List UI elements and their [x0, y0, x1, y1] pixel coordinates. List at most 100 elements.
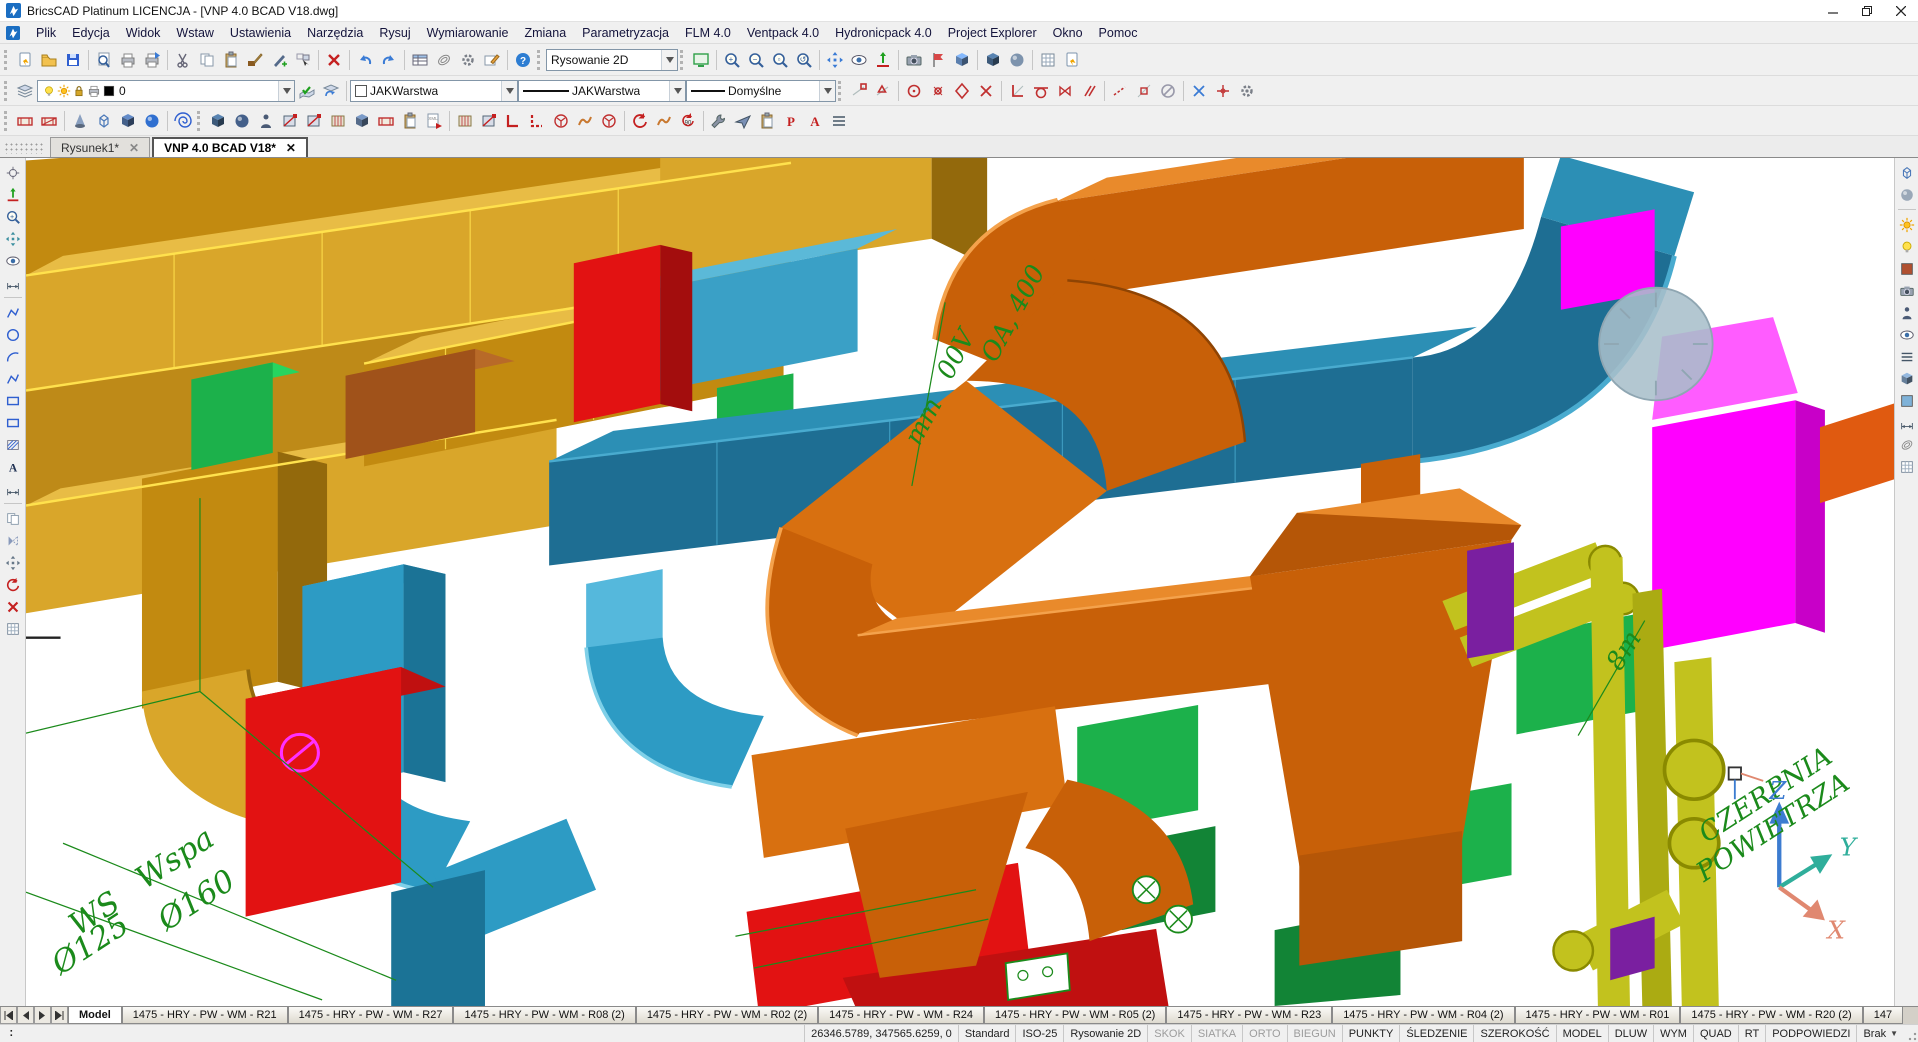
status-szerokość[interactable]: SZEROKOŚĆ	[1473, 1025, 1555, 1042]
camera-button[interactable]	[902, 48, 926, 72]
ucs-icon-button[interactable]	[2, 184, 23, 205]
toolbar-grip[interactable]	[197, 111, 202, 131]
vp-wizard-button[interactable]	[398, 109, 422, 133]
vp-rotate-90-button[interactable]: 90	[676, 109, 700, 133]
layout-tab[interactable]: 1475 - HRY - PW - WM - R02 (2)	[636, 1007, 818, 1024]
status-model[interactable]: MODEL	[1556, 1025, 1608, 1042]
layer-previous-button[interactable]	[319, 79, 343, 103]
layout-tab[interactable]: 1475 - HRY - PW - WM - R23	[1166, 1007, 1332, 1024]
vp-plane-button[interactable]	[731, 109, 755, 133]
maximize-button[interactable]	[1850, 0, 1884, 21]
duct-fitting-button[interactable]	[37, 109, 61, 133]
erase-button[interactable]	[322, 48, 346, 72]
modify-explode-button[interactable]	[2, 618, 23, 639]
menu-wymiarowanie[interactable]: Wymiarowanie	[419, 24, 517, 42]
background-button[interactable]	[1896, 390, 1917, 411]
close-tab-icon[interactable]: ✕	[129, 141, 139, 155]
pointer-button[interactable]	[2, 162, 23, 183]
snap-intersection-button[interactable]	[974, 79, 998, 103]
layout-tab[interactable]: 1475 - HRY - PW - WM - R05 (2)	[984, 1007, 1166, 1024]
status-podpowiedzi[interactable]: PODPOWIEDZI	[1765, 1025, 1856, 1042]
tab-last-button[interactable]	[51, 1007, 68, 1024]
modify-copy-button[interactable]	[2, 508, 23, 529]
toolbar-grip[interactable]	[680, 50, 685, 70]
new-sheet-button[interactable]	[1060, 48, 1084, 72]
layers-manager-button[interactable]	[13, 79, 37, 103]
tab-first-button[interactable]	[0, 1007, 17, 1024]
menu-parametryzacja[interactable]: Parametryzacja	[574, 24, 677, 42]
close-tab-icon[interactable]: ✕	[286, 141, 296, 155]
layer-plot-icon[interactable]	[87, 84, 101, 98]
menu-project-explorer[interactable]: Project Explorer	[940, 24, 1045, 42]
layer-color-swatch[interactable]	[102, 84, 116, 98]
vp-grille-button[interactable]	[326, 109, 350, 133]
distance-button[interactable]	[2, 272, 23, 293]
chevron-down-icon[interactable]	[501, 81, 517, 101]
match-properties-button[interactable]	[243, 48, 267, 72]
doc-tab[interactable]: Rysunek1*✕	[50, 137, 150, 157]
close-button[interactable]	[1884, 0, 1918, 21]
zoom-extents-button[interactable]: ▫	[768, 48, 792, 72]
edit-drawing-button[interactable]	[480, 48, 504, 72]
menu-ustawienia[interactable]: Ustawienia	[222, 24, 299, 42]
snap-tracking-button[interactable]	[1211, 79, 1235, 103]
doc-tab[interactable]: VNP 4.0 BCAD V18*✕	[152, 137, 308, 157]
duct-straight-button[interactable]	[13, 109, 37, 133]
pan-button[interactable]	[823, 48, 847, 72]
materials-button[interactable]	[1896, 258, 1917, 279]
toolbar-grip[interactable]	[4, 50, 9, 70]
view-3d-button[interactable]	[950, 48, 974, 72]
layout-tab[interactable]: 1475 - HRY - PW - WM - R24	[818, 1007, 984, 1024]
status-siatka[interactable]: SIATKA	[1191, 1025, 1242, 1042]
snap-nearest-button[interactable]	[1053, 79, 1077, 103]
print-button[interactable]	[116, 48, 140, 72]
copy-button[interactable]	[195, 48, 219, 72]
snap-settings-button[interactable]	[1235, 79, 1259, 103]
camera-view-button[interactable]	[1896, 280, 1917, 301]
cube-solid-button[interactable]	[116, 109, 140, 133]
status-orto[interactable]: ORTO	[1242, 1025, 1286, 1042]
layer-on-icon[interactable]	[42, 84, 56, 98]
publish-button[interactable]	[140, 48, 164, 72]
vp-sym-cut-button[interactable]	[597, 109, 621, 133]
spot-light-button[interactable]	[1896, 236, 1917, 257]
snap-clear-button[interactable]	[1156, 79, 1180, 103]
orbit-button[interactable]	[2, 250, 23, 271]
toolbar-grip[interactable]	[4, 81, 9, 101]
vp-heater-pin-button[interactable]	[477, 109, 501, 133]
status-skok[interactable]: SKOK	[1147, 1025, 1191, 1042]
status-brak[interactable]: Brak▼	[1856, 1025, 1904, 1042]
snap-from-button[interactable]	[1187, 79, 1211, 103]
undo-button[interactable]	[353, 48, 377, 72]
draw-hatch-button[interactable]	[2, 434, 23, 455]
vp-rotate-cw-button[interactable]	[628, 109, 652, 133]
sphere-solid-button[interactable]	[140, 109, 164, 133]
menu-flm-4-0[interactable]: FLM 4.0	[677, 24, 739, 42]
walk-button[interactable]	[1896, 302, 1917, 323]
status-śledzenie[interactable]: ŚLEDZENIE	[1399, 1025, 1473, 1042]
vp-toolbox-button[interactable]	[755, 109, 779, 133]
draw-circle-button[interactable]	[2, 324, 23, 345]
layout-tab[interactable]: 1475 - HRY - PW - WM - R27	[288, 1007, 454, 1024]
linetype-combo[interactable]: JAKWarstwa	[518, 80, 686, 102]
status-rt[interactable]: RT	[1738, 1025, 1765, 1042]
vp-a-edit-button[interactable]: A	[803, 109, 827, 133]
snap-quadrant-button[interactable]	[950, 79, 974, 103]
named-views-button[interactable]	[926, 48, 950, 72]
menu-edycja[interactable]: Edycja	[64, 24, 118, 42]
chevron-down-icon[interactable]	[278, 81, 294, 101]
spiral-duct-button[interactable]	[171, 109, 195, 133]
chevron-down-icon[interactable]: ▼	[1890, 1029, 1898, 1038]
render-button[interactable]	[1896, 184, 1917, 205]
menu-ventpack-4-0[interactable]: Ventpack 4.0	[739, 24, 827, 42]
menu-zmiana[interactable]: Zmiana	[516, 24, 574, 42]
sun-light-button[interactable]	[1896, 214, 1917, 235]
layout-tab[interactable]: 1475 - HRY - PW - WM - R21	[122, 1007, 288, 1024]
drawing-explorer-button[interactable]	[408, 48, 432, 72]
layer-combo[interactable]: 0	[37, 80, 295, 102]
layer-freeze-icon[interactable]	[57, 84, 71, 98]
vp-damper-button[interactable]	[302, 109, 326, 133]
modify-erase-button[interactable]	[2, 596, 23, 617]
layout-tab[interactable]: 1475 - HRY - PW - WM - R04 (2)	[1332, 1007, 1514, 1024]
status-quad[interactable]: QUAD	[1693, 1025, 1738, 1042]
